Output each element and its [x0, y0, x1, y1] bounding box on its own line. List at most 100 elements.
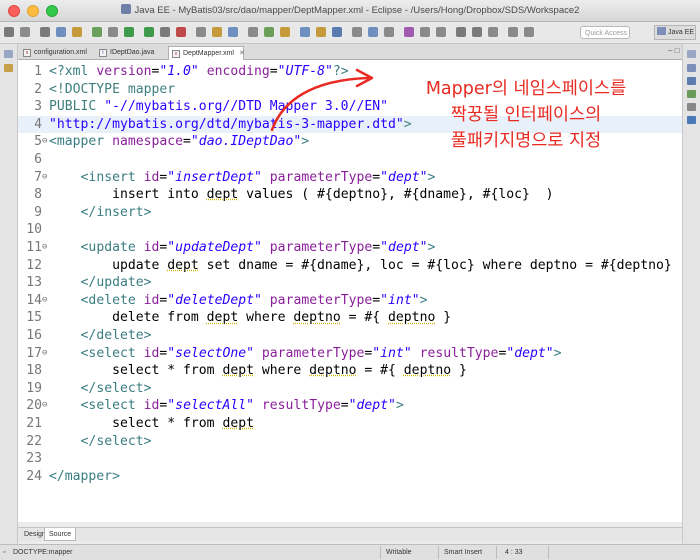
- code-token: <select: [80, 398, 144, 414]
- restore-view-icon[interactable]: [4, 50, 13, 58]
- print-icon[interactable]: [72, 27, 82, 37]
- search-icon[interactable]: [300, 27, 310, 37]
- new-dropdown-icon[interactable]: [20, 27, 30, 37]
- open-type-icon[interactable]: [248, 27, 258, 37]
- properties-view-icon[interactable]: [687, 103, 696, 111]
- line-number: 18: [26, 363, 42, 379]
- new-package-icon[interactable]: [212, 27, 222, 37]
- eclipse-app-icon: [120, 4, 131, 14]
- prev-annotation-icon[interactable]: [404, 27, 414, 37]
- save-all-icon[interactable]: [56, 27, 66, 37]
- code-token: encoding: [206, 64, 270, 79]
- toggle-icon[interactable]: [436, 27, 446, 37]
- code-line[interactable]: 22 </select>: [18, 433, 682, 451]
- code-text: <mapper namespace="dao.IDeptDao">: [49, 133, 309, 151]
- code-line[interactable]: 11 ⊖ <update id="updateDept" parameterTyp…: [18, 239, 682, 257]
- code-line[interactable]: 8 insert into dept values ( #{deptno}, #…: [18, 186, 682, 204]
- close-tab-icon[interactable]: ✕: [239, 50, 245, 57]
- code-token: id: [143, 169, 160, 185]
- java-ee-perspective-icon: [657, 27, 666, 35]
- tab-configuration-xml[interactable]: x configuration.xml: [20, 46, 94, 60]
- code-line[interactable]: 14 ⊖ <delete id="deleteDept" parameterTyp…: [18, 292, 682, 310]
- code-token: "-//mybatis.org//DTD Mapper 3.0//EN": [104, 99, 388, 115]
- code-line[interactable]: 23: [18, 450, 682, 468]
- history-forward-icon[interactable]: [508, 27, 518, 37]
- code-line[interactable]: 20 ⊖ <select id="selectAll" resultType="d…: [18, 397, 682, 415]
- quick-access-input[interactable]: Quick Access: [580, 26, 630, 39]
- last-edit-icon[interactable]: [368, 27, 378, 37]
- forward-icon[interactable]: [352, 27, 362, 37]
- code-line[interactable]: 24 </mapper>: [18, 468, 682, 486]
- minimize-editor-icon[interactable]: ‒: [668, 46, 672, 55]
- code-text: <select id="selectOne" parameterType="in…: [49, 345, 562, 363]
- main-toolbar: Quick Access Java EE: [0, 22, 700, 44]
- code-token: "dept": [506, 345, 554, 361]
- code-token: deptno: [403, 363, 452, 379]
- perspective-switcher[interactable]: Java EE: [654, 25, 696, 40]
- external-tools-icon[interactable]: [196, 27, 206, 37]
- debug-dropdown-icon[interactable]: [108, 27, 118, 37]
- stop-icon[interactable]: [176, 27, 186, 37]
- coverage-icon[interactable]: [160, 27, 170, 37]
- code-line[interactable]: 21 select * from dept: [18, 415, 682, 433]
- code-line[interactable]: 7 ⊖ <insert id="insertDept" parameterType…: [18, 169, 682, 187]
- code-token: dept: [167, 257, 199, 273]
- extra-icon[interactable]: [524, 27, 534, 37]
- servers-view-icon[interactable]: [687, 90, 696, 98]
- console-view-icon[interactable]: [687, 116, 696, 124]
- outline-view-icon[interactable]: [687, 64, 696, 72]
- line-number: 10: [26, 222, 42, 238]
- tab-deptmapper-xml[interactable]: x DeptMapper.xml ✕: [168, 46, 245, 60]
- editor-area-controls: ‒ □: [668, 46, 680, 55]
- code-token: }: [451, 363, 467, 379]
- back-icon[interactable]: [332, 27, 342, 37]
- window-title: Java EE - MyBatis03/src/dao/mapper/DeptM…: [0, 4, 700, 16]
- code-line[interactable]: 19 </select>: [18, 380, 682, 398]
- code-line[interactable]: 17 ⊖ <select id="selectOne" parameterType…: [18, 345, 682, 363]
- line-number: 3: [34, 99, 42, 115]
- code-token: "selectOne": [167, 345, 255, 361]
- tab-source[interactable]: Source: [44, 528, 77, 541]
- code-token: >: [553, 345, 562, 361]
- code-token: </update>: [80, 275, 152, 291]
- open-task-icon[interactable]: [280, 27, 290, 37]
- code-line[interactable]: 9 </insert>: [18, 204, 682, 222]
- code-text: </select>: [49, 433, 152, 451]
- line-number: 7: [34, 169, 42, 185]
- code-token: =: [269, 64, 278, 79]
- restore-view-icon[interactable]: [687, 50, 696, 58]
- code-line[interactable]: 10: [18, 221, 682, 239]
- save-icon[interactable]: [40, 27, 50, 37]
- code-line[interactable]: 15 delete from dept where deptno = #{ de…: [18, 309, 682, 327]
- maximize-editor-icon[interactable]: □: [675, 46, 680, 55]
- run-dropdown-icon[interactable]: [144, 27, 154, 37]
- next-annotation-icon[interactable]: [384, 27, 394, 37]
- code-token: </insert>: [80, 204, 152, 220]
- debug-icon[interactable]: [92, 27, 102, 37]
- pin-icon[interactable]: [420, 27, 430, 37]
- code-line[interactable]: 13 </update>: [18, 274, 682, 292]
- navigate-forward-icon[interactable]: [472, 27, 482, 37]
- navigate-back-icon[interactable]: [456, 27, 466, 37]
- code-token: deptno: [293, 310, 341, 326]
- code-line[interactable]: 12 update dept set dname = #{dname}, loc…: [18, 257, 682, 275]
- project-explorer-icon[interactable]: [4, 64, 13, 72]
- code-line[interactable]: 18 select * from dept where deptno = #{ …: [18, 362, 682, 380]
- tab-label: configuration.xml: [34, 49, 87, 56]
- run-icon[interactable]: [124, 27, 134, 37]
- new-class-icon[interactable]: [228, 27, 238, 37]
- code-token: namespace: [112, 134, 184, 150]
- history-icon[interactable]: [488, 27, 498, 37]
- new-server-icon[interactable]: [264, 27, 274, 37]
- line-number: 16: [26, 328, 42, 343]
- task-list-icon[interactable]: [687, 77, 696, 85]
- code-text: <select id="selectAll" resultType="dept"…: [49, 397, 404, 415]
- line-number: 8: [34, 187, 42, 203]
- code-line[interactable]: 16 </delete>: [18, 327, 682, 345]
- annotation-icon[interactable]: [316, 27, 326, 37]
- new-icon[interactable]: [4, 27, 14, 37]
- tab-ideptdao-java[interactable]: I IDeptDao.java: [96, 46, 166, 60]
